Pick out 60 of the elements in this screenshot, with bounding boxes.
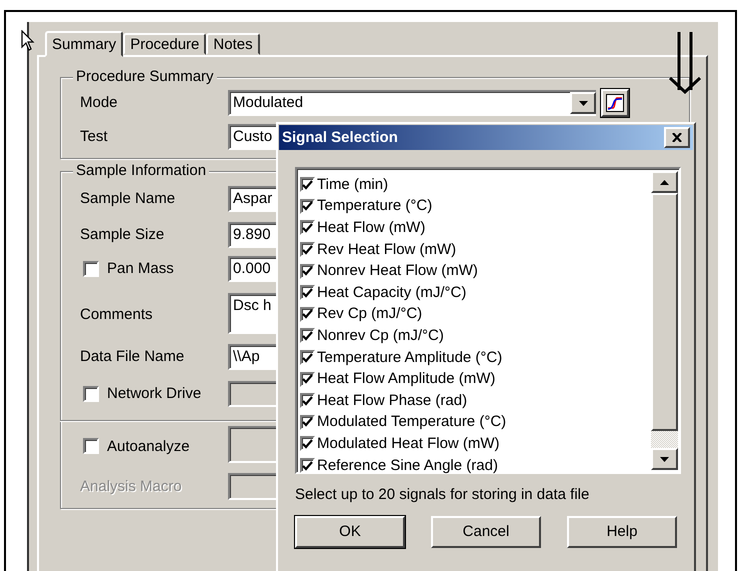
up-caret-icon xyxy=(660,180,669,184)
chart-button[interactable] xyxy=(601,89,629,117)
text-field[interactable]: \\Ap xyxy=(228,344,276,370)
checkbox[interactable] xyxy=(300,458,315,474)
field-label: Sample Name xyxy=(80,190,176,208)
caret-icon xyxy=(578,100,588,106)
signal-label[interactable]: Nonrev Cp (mJ/°C) xyxy=(317,326,444,345)
field-label: Test xyxy=(80,128,109,146)
signal-label[interactable]: Heat Flow Amplitude (mW) xyxy=(317,370,496,388)
field-label: Data File Name xyxy=(80,348,184,366)
signal-label[interactable]: Temperature (°C) xyxy=(317,197,432,216)
field-label: Comments xyxy=(80,306,153,324)
signal-label[interactable]: Time (min) xyxy=(317,176,388,194)
comments-field[interactable]: Dsc h xyxy=(228,293,276,334)
caret-icon xyxy=(660,456,669,462)
tab[interactable]: Procedure xyxy=(123,33,206,55)
double-down-arrow-icon xyxy=(667,32,703,94)
curve-chart-icon xyxy=(606,94,624,112)
scroll-up-button[interactable] xyxy=(651,171,678,193)
text-field[interactable]: Aspar xyxy=(228,186,276,212)
checkbox-label: Pan Mass xyxy=(107,260,174,278)
field-label: Analysis Macro xyxy=(80,478,182,496)
group-title: Procedure Summary xyxy=(73,68,217,86)
checkbox-label: Autoanalyze xyxy=(107,438,190,456)
signal-label[interactable]: Nonrev Heat Flow (mW) xyxy=(317,262,478,280)
dialog-button[interactable]: OK xyxy=(295,516,405,548)
group-title: Sample Information xyxy=(73,162,210,180)
scroll-track[interactable] xyxy=(651,431,678,448)
text-field[interactable]: 9.890 xyxy=(228,222,276,248)
dialog-button[interactable]: Help xyxy=(567,516,677,548)
hint-text: Select up to 20 signals for storing in data file xyxy=(295,486,590,504)
tab[interactable]: Notes xyxy=(206,33,260,55)
checkbox[interactable] xyxy=(83,261,99,277)
signal-label[interactable]: Heat Capacity (mJ/°C) xyxy=(317,284,466,302)
signal-label[interactable]: Reference Sine Angle (rad) xyxy=(317,456,498,475)
scrollbar[interactable] xyxy=(651,171,678,470)
signal-label[interactable]: Heat Flow (mW) xyxy=(317,218,426,237)
field-label: Sample Size xyxy=(80,226,164,244)
close-icon xyxy=(672,133,682,142)
text-field[interactable]: Custo xyxy=(228,124,276,150)
dialog-title: Signal Selection xyxy=(282,128,398,146)
text-field[interactable]: 0.000 xyxy=(228,256,276,282)
dialog-button[interactable]: Cancel xyxy=(431,516,541,548)
signal-list[interactable] xyxy=(295,167,681,474)
scroll-down-button[interactable] xyxy=(651,448,678,470)
field-value: Modulated xyxy=(233,94,304,112)
dropdown-button[interactable] xyxy=(570,92,596,114)
signal-label[interactable]: Rev Heat Flow (mW) xyxy=(317,240,456,259)
dropdown-field[interactable]: Modulated xyxy=(228,90,596,116)
scroll-thumb[interactable] xyxy=(651,193,678,431)
checkbox-label: Network Drive xyxy=(107,385,202,403)
tab[interactable]: Summary xyxy=(45,31,124,57)
signal-label[interactable]: Modulated Temperature (°C) xyxy=(317,413,506,432)
field-label: Mode xyxy=(80,94,119,112)
close-button[interactable] xyxy=(664,127,690,148)
signal-label[interactable]: Heat Flow Phase (rad) xyxy=(317,392,468,410)
signal-label[interactable]: Modulated Heat Flow (mW) xyxy=(317,434,500,453)
signal-label[interactable]: Temperature Amplitude (°C) xyxy=(317,348,502,367)
pointer-icon xyxy=(21,30,35,52)
signal-label[interactable]: Rev Cp (mJ/°C) xyxy=(317,305,422,324)
